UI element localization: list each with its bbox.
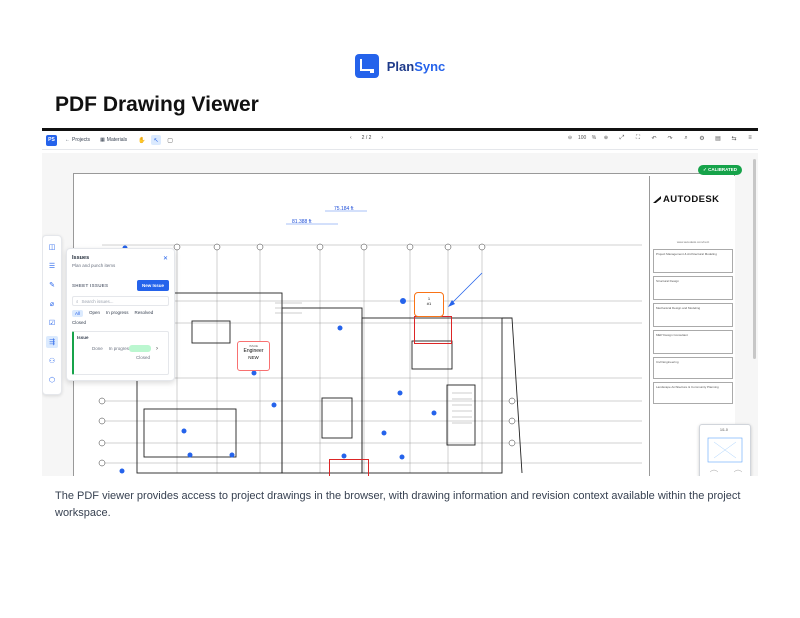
filter-all[interactable]: All [72, 310, 84, 317]
dimension-label-2: 75.184 ft [334, 206, 354, 212]
prev-page-icon[interactable]: ‹ [350, 135, 352, 141]
calibrated-badge: ✓ CALIBRATED [698, 165, 742, 175]
autodesk-logo: AUTODESK [653, 194, 733, 205]
compare-icon[interactable]: ⇆ [730, 135, 738, 142]
attachment-icon[interactable]: ⌀ [46, 298, 58, 310]
filter-in-progress[interactable]: In progress [106, 310, 129, 317]
hand-tool-icon[interactable]: ✋ [137, 135, 147, 145]
fit-icon[interactable]: ⤢ [618, 135, 626, 142]
engineer-issue-marker[interactable]: ISSUE Engineer NEW [237, 341, 270, 371]
minimap-card[interactable]: 1/1.0 [699, 424, 751, 476]
rectangle-tool-icon[interactable]: ▢ [165, 135, 175, 145]
zoom-out-icon[interactable]: ⊖ [566, 135, 574, 142]
search-icon: ⌕ [76, 298, 79, 304]
layers-icon[interactable]: ▤ [714, 135, 722, 142]
issues-icon[interactable]: ⇶ [46, 336, 58, 348]
search-icon[interactable]: ⌕ [682, 135, 690, 142]
issue-status: NEW [248, 355, 259, 360]
undo-icon[interactable]: ↶ [650, 135, 658, 142]
zoom-value: 100 [578, 135, 587, 141]
issue-card-meta: Done In progress [92, 346, 132, 351]
brand-name: PlanSync [386, 58, 446, 74]
box-icon[interactable]: ⬡ [46, 374, 58, 386]
redo-icon[interactable]: ↷ [666, 135, 674, 142]
plansync-logo-icon [354, 54, 379, 78]
zoom-control: ⊖ 100 % ⊕ [566, 135, 610, 142]
sidebar-toggle-icon[interactable]: ◫ [46, 241, 58, 253]
issues-subtitle: Plan and punch items [72, 263, 116, 268]
select-tool-icon[interactable]: ↖ [151, 135, 162, 145]
minimap-drawing [707, 437, 743, 473]
settings-icon[interactable]: ⚙ [698, 135, 706, 142]
issue-filters: All Open In progress Resolved Closed [72, 310, 169, 325]
dimension-label-1: 81.388 ft [292, 219, 312, 225]
filter-resolved[interactable]: Resolved [135, 310, 154, 317]
next-page-icon[interactable]: › [381, 135, 383, 141]
sheet-issues-label: SHEET ISSUES [72, 283, 109, 288]
brand-header: PlanSync [0, 53, 800, 79]
viewer-toolbar: PS ← Projects ▦ Materials ✋ ↖ ▢ ‹ 2 / 2 › … [42, 131, 758, 150]
issue-status-pill [129, 345, 151, 352]
issue-role: Engineer [243, 348, 264, 354]
filter-closed[interactable]: Closed [72, 320, 86, 325]
materials-link[interactable]: ▦ Materials [100, 137, 127, 143]
viewer-screenshot: PS ← Projects ▦ Materials ✋ ↖ ▢ ‹ 2 / 2 › … [42, 128, 758, 476]
issue-highlight-area[interactable] [414, 316, 452, 344]
issue-card-name: Issue [77, 335, 89, 340]
title-block-cell: Structural Design [653, 276, 733, 300]
checklist-icon[interactable]: ☑ [46, 317, 58, 329]
zoom-percent-icon: % [591, 135, 597, 141]
grid-icon: ▦ [100, 137, 105, 143]
title-block-url: www.autodesk.com/revit [676, 240, 710, 244]
autodesk-mark-icon [653, 196, 661, 203]
back-arrow-icon: ← [65, 137, 70, 143]
projects-link[interactable]: ← Projects [65, 137, 90, 143]
list-icon[interactable]: ☰ [46, 260, 58, 272]
issue-card[interactable]: Issue Done In progress Closed › [72, 331, 169, 375]
filter-open[interactable]: Open [89, 310, 100, 317]
title-block-cell: Landscape Architecture & Community Plann… [653, 382, 733, 404]
title-block-cell: MEP Design Consultant [653, 330, 733, 354]
page-navigator: ‹ 2 / 2 › [350, 135, 383, 141]
issues-title: Issues [72, 255, 90, 261]
title-block-cell: Project Management & Architectural Model… [653, 249, 733, 273]
pencil-icon[interactable]: ✎ [46, 279, 58, 291]
rfi-marker[interactable]: 1 #1 [414, 292, 444, 317]
title-block-cell: Civil Engineering [653, 357, 733, 379]
title-block-cell: Mechanical Design and Modeling [653, 303, 733, 327]
vertical-scrollbar[interactable] [753, 159, 756, 359]
sheet-issues-header: SHEET ISSUES New Issue [72, 280, 169, 291]
chevron-right-icon[interactable]: › [156, 346, 158, 352]
issue-highlight-area[interactable] [329, 459, 369, 476]
issues-panel: Issues Plan and punch items ✕ SHEET ISSU… [66, 248, 175, 381]
issue-search-input[interactable]: ⌕ Search issues... [72, 296, 169, 306]
caption: The PDF viewer provides access to projec… [55, 490, 741, 519]
zoom-in-icon[interactable]: ⊕ [602, 135, 610, 142]
left-tool-rail: ◫ ☰ ✎ ⌀ ☑ ⇶ ⚇ ⬡ [42, 235, 62, 395]
issue-status-label: Closed [136, 355, 151, 360]
page-indicator: 2 / 2 [361, 135, 372, 141]
drawing-canvas[interactable]: 81.388 ft 75.184 ft ISSUE Engineer NEW 1… [42, 153, 758, 476]
menu-icon[interactable]: ≡ [746, 135, 754, 142]
users-icon[interactable]: ⚇ [46, 355, 58, 367]
page-title: PDF Drawing Viewer [55, 93, 259, 116]
new-issue-button[interactable]: New Issue [136, 280, 169, 291]
app-badge[interactable]: PS [46, 134, 57, 146]
close-icon[interactable]: ✕ [163, 255, 168, 262]
toolbar-right: ⊖ 100 % ⊕ ⤢ ⛶ ↶ ↷ ⌕ ⚙ ▤ ⇆ ≡ [566, 135, 754, 142]
expand-icon[interactable]: ⛶ [634, 135, 642, 142]
